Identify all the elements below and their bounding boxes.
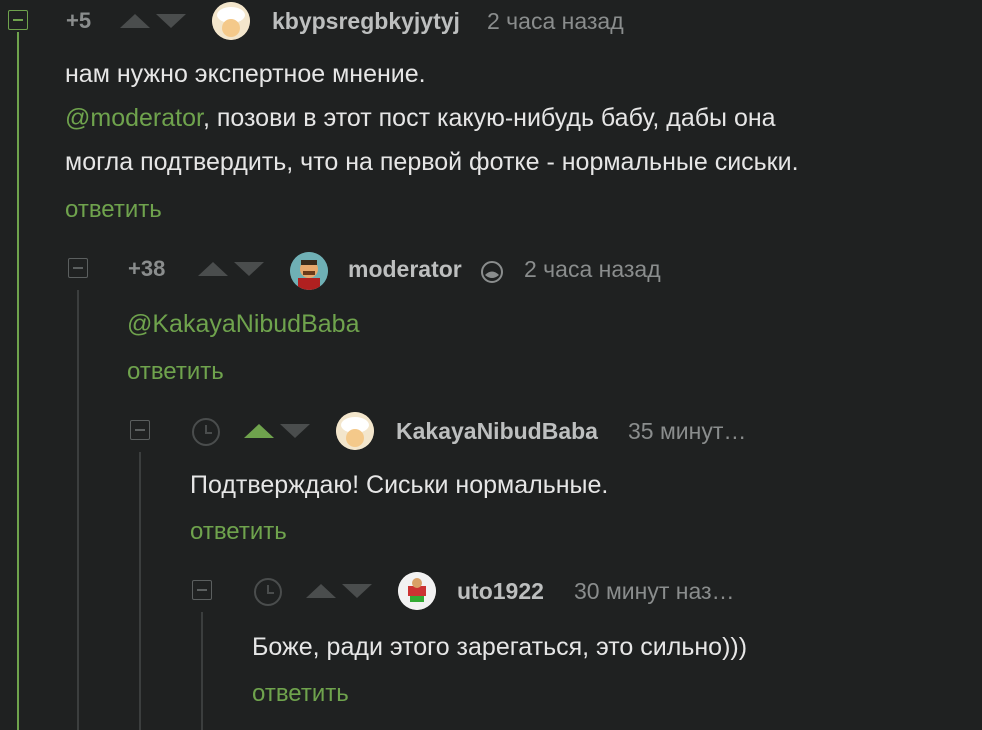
- rating: +38: [128, 256, 166, 281]
- username[interactable]: moderator: [348, 256, 462, 283]
- downvote-icon[interactable]: [280, 424, 310, 438]
- thread-line[interactable]: [201, 612, 203, 730]
- vote-arrows: [306, 584, 372, 598]
- mention-link[interactable]: @moderator: [65, 104, 203, 132]
- reply-link[interactable]: ответить: [190, 518, 287, 546]
- avatar[interactable]: [398, 572, 436, 610]
- upvote-icon[interactable]: [120, 14, 150, 28]
- collapse-button[interactable]: [192, 580, 212, 600]
- comment-text: нам нужно экспертное мнение. @moderator,…: [65, 52, 965, 184]
- timestamp[interactable]: 2 часа назад: [524, 256, 661, 283]
- username[interactable]: uto1922: [457, 578, 544, 605]
- downvote-icon[interactable]: [342, 584, 372, 598]
- chef-avatar-icon: [336, 412, 374, 450]
- collapse-button[interactable]: [68, 258, 88, 278]
- vote-arrows: [198, 262, 264, 276]
- cartoon-avatar-icon: [398, 572, 436, 610]
- collapse-button[interactable]: [130, 420, 150, 440]
- vote-arrows: [120, 14, 186, 28]
- downvote-icon[interactable]: [156, 14, 186, 28]
- clock-icon: [192, 418, 220, 446]
- moderator-avatar-icon: [290, 252, 328, 290]
- comment-text: @KakayaNibudBaba: [127, 302, 359, 346]
- reply-link[interactable]: ответить: [252, 680, 349, 708]
- avatar[interactable]: [290, 252, 328, 290]
- comment-line: нам нужно экспертное мнение.: [65, 60, 426, 88]
- username[interactable]: KakayaNibudBaba: [396, 418, 598, 445]
- timestamp[interactable]: 35 минут…: [628, 418, 746, 445]
- upvote-icon[interactable]: [306, 584, 336, 598]
- clock-icon: [254, 578, 282, 606]
- avatar[interactable]: [212, 2, 250, 40]
- comment-text: Подтверждаю! Сиськи нормальные.: [190, 471, 609, 499]
- comment-line: могла подтвердить, что на первой фотке -…: [65, 148, 799, 176]
- timestamp[interactable]: 2 часа назад: [487, 8, 624, 35]
- vote-arrows: [244, 424, 310, 438]
- thread-line[interactable]: [77, 290, 79, 730]
- username[interactable]: kbypsregbkyjytyj: [272, 8, 460, 35]
- thread-line[interactable]: [139, 452, 141, 730]
- comment-text: Боже, ради этого зарегаться, это сильно)…: [252, 633, 748, 661]
- avatar[interactable]: [336, 412, 374, 450]
- reply-link[interactable]: ответить: [127, 358, 224, 386]
- timestamp[interactable]: 30 минут наз…: [574, 578, 735, 605]
- collapse-button[interactable]: [8, 10, 28, 30]
- rating: +5: [66, 8, 92, 33]
- upvote-icon[interactable]: [244, 424, 274, 438]
- comment-line: @moderator, позови в этот пост какую-ниб…: [65, 96, 965, 140]
- upvote-icon[interactable]: [198, 262, 228, 276]
- moon-badge-icon: [481, 261, 503, 283]
- chef-avatar-icon: [212, 2, 250, 40]
- comment-line-rest: , позови в этот пост какую-нибудь бабу, …: [202, 104, 776, 132]
- reply-link[interactable]: ответить: [65, 196, 162, 224]
- mention-link[interactable]: @KakayaNibudBaba: [127, 310, 359, 338]
- downvote-icon[interactable]: [234, 262, 264, 276]
- thread-line[interactable]: [17, 32, 19, 730]
